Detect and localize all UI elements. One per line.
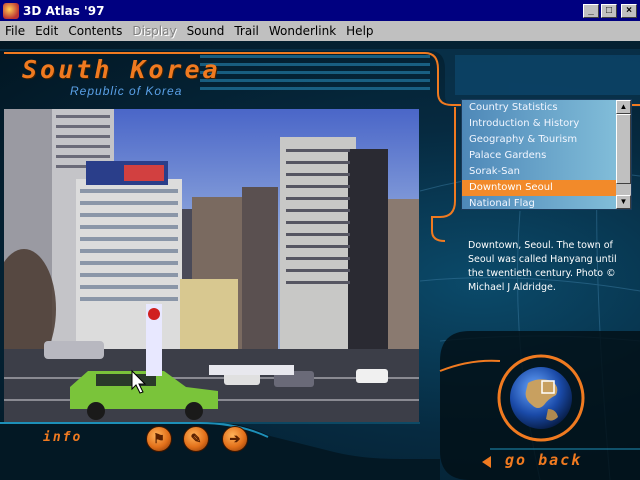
app-icon[interactable] <box>3 2 19 19</box>
scroll-up-icon[interactable]: ▲ <box>616 100 631 114</box>
topic-palace-gardens[interactable]: Palace Gardens <box>462 148 617 164</box>
topic-items: Country Statistics Introduction & Histor… <box>462 100 617 209</box>
menu-contents[interactable]: Contents <box>63 24 127 38</box>
back-arrow-icon[interactable] <box>482 456 491 468</box>
topic-downtown-seoul[interactable]: Downtown Seoul <box>462 180 617 196</box>
menu-help[interactable]: Help <box>341 24 378 38</box>
window-title: 3D Atlas '97 <box>23 3 105 18</box>
topic-introduction-history[interactable]: Introduction & History <box>462 116 617 132</box>
menu-trail[interactable]: Trail <box>229 24 264 38</box>
photo-caption: Downtown, Seoul. The town of Seoul was c… <box>468 240 617 293</box>
topic-list-scrollbar[interactable]: ▲ ▼ <box>616 100 631 209</box>
globe-icon[interactable] <box>508 365 574 431</box>
title-bar: 3D Atlas '97 _ □ × <box>0 0 640 21</box>
close-icon[interactable]: × <box>621 3 637 18</box>
atlas-stage: South Korea Republic of Korea Country St… <box>0 41 640 480</box>
scroll-thumb[interactable] <box>616 114 631 184</box>
info-button[interactable]: info <box>43 430 82 445</box>
menu-file[interactable]: File <box>0 24 30 38</box>
topic-geography-tourism[interactable]: Geography & Tourism <box>462 132 617 148</box>
scroll-down-icon[interactable]: ▼ <box>616 195 631 209</box>
country-title: South Korea <box>22 55 221 84</box>
go-back-button[interactable]: go back <box>505 451 582 469</box>
topic-national-flag[interactable]: National Flag <box>462 196 617 212</box>
minimize-icon[interactable]: _ <box>583 3 599 18</box>
menu-bar: File Edit Contents Display Sound Trail W… <box>0 21 640 41</box>
notepad-icon[interactable]: ✎ <box>183 426 209 452</box>
country-official-name: Republic of Korea <box>70 84 183 98</box>
menu-display[interactable]: Display <box>127 24 181 38</box>
menu-wonderlink[interactable]: Wonderlink <box>264 24 341 38</box>
topic-country-statistics[interactable]: Country Statistics <box>462 100 617 116</box>
topic-list[interactable]: Country Statistics Introduction & Histor… <box>461 99 632 210</box>
arrow-right-icon[interactable]: ➔ <box>222 426 248 452</box>
topic-photo <box>4 109 419 422</box>
topic-sorak-san[interactable]: Sorak-San <box>462 164 617 180</box>
menu-sound[interactable]: Sound <box>182 24 230 38</box>
flag-icon[interactable]: ⚑ <box>146 426 172 452</box>
menu-edit[interactable]: Edit <box>30 24 63 38</box>
maximize-icon[interactable]: □ <box>601 3 617 18</box>
